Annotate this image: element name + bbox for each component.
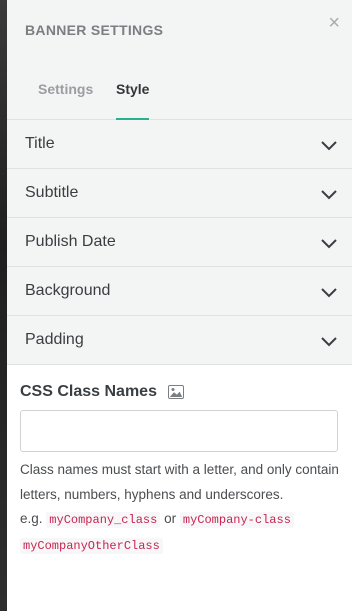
style-accordion: Title Subtitle Publish Date Background P… xyxy=(7,120,352,365)
chevron-down-icon xyxy=(321,288,337,298)
accordion-label: Subtitle xyxy=(25,184,79,201)
accordion-subtitle[interactable]: Subtitle xyxy=(7,169,352,218)
css-class-names-title: CSS Class Names xyxy=(20,383,157,400)
tab-settings[interactable]: Settings xyxy=(38,81,93,97)
background-strip xyxy=(0,0,7,611)
accordion-label: Padding xyxy=(25,331,84,348)
accordion-title[interactable]: Title xyxy=(7,120,352,169)
example-or: or xyxy=(164,511,177,526)
chevron-down-icon xyxy=(321,239,337,249)
panel-title: BANNER SETTINGS xyxy=(25,22,164,38)
tab-bar: Settings Style xyxy=(7,60,352,120)
accordion-publish-date[interactable]: Publish Date xyxy=(7,218,352,267)
banner-settings-panel: BANNER SETTINGS × Settings Style Title S… xyxy=(7,0,352,611)
accordion-label: Title xyxy=(25,135,55,152)
accordion-padding[interactable]: Padding xyxy=(7,316,352,365)
close-icon[interactable]: × xyxy=(328,13,340,33)
chevron-down-icon xyxy=(321,337,337,347)
accordion-label: Publish Date xyxy=(25,233,116,250)
example-code: myCompanyOtherClass xyxy=(20,537,163,554)
accordion-background[interactable]: Background xyxy=(7,267,352,316)
chevron-down-icon xyxy=(321,190,337,200)
panel-header: BANNER SETTINGS × xyxy=(7,0,352,60)
help-description: Class names must start with a letter, an… xyxy=(20,462,339,502)
css-class-names-input[interactable] xyxy=(20,410,338,452)
css-class-names-section: CSS Class Names Class names must start w… xyxy=(7,365,352,611)
chevron-down-icon xyxy=(321,141,337,151)
accordion-label: Background xyxy=(25,282,111,299)
css-class-help-text: Class names must start with a letter, an… xyxy=(20,458,340,558)
example-code: myCompany_class xyxy=(46,512,161,528)
tab-style[interactable]: Style xyxy=(116,81,149,97)
example-code: myCompany-class xyxy=(179,512,294,528)
image-icon xyxy=(168,385,184,399)
example-prefix: e.g. xyxy=(20,511,43,526)
